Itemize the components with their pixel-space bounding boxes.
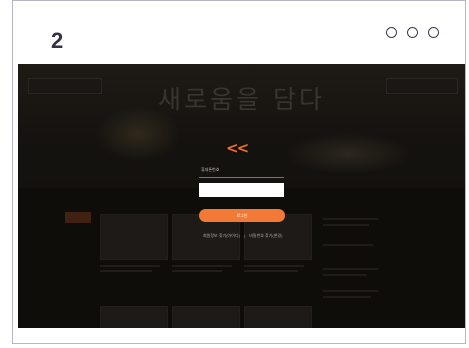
- embedded-screenshot: 새로움을 담다 << 휴대폰번호 로그인 회원정보 찾기(아이디) | 비밀번호…: [18, 64, 465, 328]
- window-dots: [386, 27, 439, 38]
- link-separator: |: [244, 233, 246, 238]
- find-id-link[interactable]: 회원정보 찾기(아이디): [203, 233, 240, 238]
- circle-icon: [386, 27, 397, 38]
- id-field-label: 휴대폰번호: [201, 167, 220, 172]
- account-links: 회원정보 찾기(아이디) | 비밀번호 찾기(변경): [203, 233, 285, 239]
- circle-icon: [407, 27, 418, 38]
- find-password-link[interactable]: 비밀번호 찾기(변경): [249, 233, 282, 238]
- step-number: 2: [51, 28, 64, 53]
- brand-logo-icon: <<: [226, 139, 249, 157]
- id-field-underline: [199, 177, 284, 178]
- phone-input[interactable]: [199, 183, 284, 197]
- login-button[interactable]: 로그인: [199, 209, 285, 222]
- circle-icon: [428, 27, 439, 38]
